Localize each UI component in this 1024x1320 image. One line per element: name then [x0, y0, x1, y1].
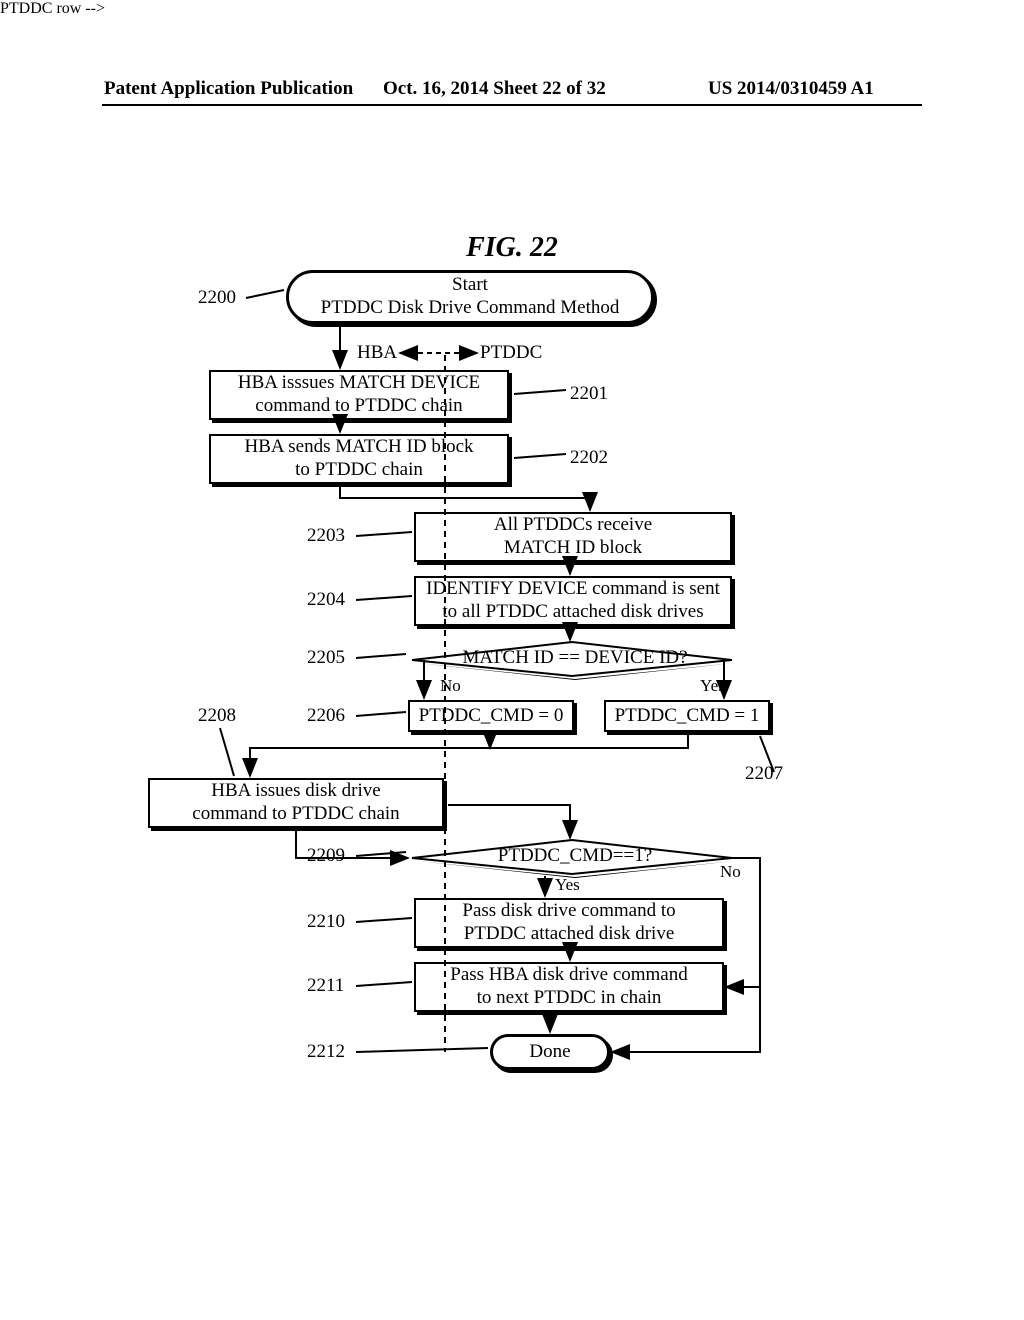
figure-title: FIG. 22	[0, 232, 1024, 264]
header-right: US 2014/0310459 A1	[708, 78, 874, 100]
step-2207: PTDDC_CMD = 1	[604, 700, 770, 732]
branch-yes-2209: Yes	[555, 875, 580, 895]
header-left: Patent Application Publication	[104, 78, 353, 100]
ref-2200: 2200	[198, 287, 236, 309]
step-2211: Pass HBA disk drive command to next PTDD…	[414, 962, 724, 1012]
ref-2209: 2209	[307, 845, 345, 867]
s2202-l2: to PTDDC chain	[295, 459, 423, 480]
d2209-text: PTDDC_CMD==1?	[470, 845, 680, 867]
step-2202: HBA sends MATCH ID block to PTDDC chain	[209, 434, 509, 484]
ref-2203: 2203	[307, 525, 345, 547]
start-line1: Start	[452, 274, 488, 295]
s2208-l1: HBA issues disk drive	[211, 780, 380, 801]
branch-yes-2205: Yes	[700, 676, 725, 696]
s2203-l1: All PTDDCs receive	[494, 514, 652, 535]
s2204-l2: to all PTDDC attached disk drives	[442, 601, 703, 622]
ref-2212: 2212	[307, 1041, 345, 1063]
lane-label-ptddc: PTDDC	[480, 342, 542, 364]
step-2208: HBA issues disk drive command to PTDDC c…	[148, 778, 444, 828]
ref-2210: 2210	[307, 911, 345, 933]
s2207-text: PTDDC_CMD = 1	[615, 705, 760, 728]
ref-2211: 2211	[307, 975, 344, 997]
s2204-l1: IDENTIFY DEVICE command is sent	[426, 578, 720, 599]
s2211-l1: Pass HBA disk drive command	[450, 964, 688, 985]
step-2206: PTDDC_CMD = 0	[408, 700, 574, 732]
step-2201: HBA isssues MATCH DEVICE command to PTDD…	[209, 370, 509, 420]
branch-no-2209: No	[720, 862, 741, 882]
step-2203: All PTDDCs receive MATCH ID block	[414, 512, 732, 562]
lane-label-hba: HBA	[357, 342, 397, 364]
s2203-l2: MATCH ID block	[504, 537, 642, 558]
s2210-l1: Pass disk drive command to	[462, 900, 675, 921]
ref-2201: 2201	[570, 383, 608, 405]
terminator-start: Start PTDDC Disk Drive Command Method	[286, 270, 654, 324]
step-2210: Pass disk drive command to PTDDC attache…	[414, 898, 724, 948]
ref-2208: 2208	[198, 705, 236, 727]
done-text: Done	[529, 1041, 570, 1064]
ref-2204: 2204	[307, 589, 345, 611]
s2208-l2: command to PTDDC chain	[192, 803, 399, 824]
ref-2202: 2202	[570, 447, 608, 469]
s2211-l2: to next PTDDC in chain	[477, 987, 662, 1008]
ref-2207: 2207	[745, 763, 783, 785]
d2205-text: MATCH ID == DEVICE ID?	[440, 647, 710, 669]
s2201-l2: command to PTDDC chain	[255, 395, 462, 416]
s2210-l2: PTDDC attached disk drive	[464, 923, 675, 944]
s2202-l1: HBA sends MATCH ID block	[244, 436, 473, 457]
branch-no-2205: No	[440, 676, 461, 696]
header-rule	[102, 104, 922, 106]
ref-2205: 2205	[307, 647, 345, 669]
start-line2: PTDDC Disk Drive Command Method	[321, 297, 620, 318]
ref-2206: 2206	[307, 705, 345, 727]
header-mid: Oct. 16, 2014 Sheet 22 of 32	[383, 78, 606, 100]
s2206-text: PTDDC_CMD = 0	[419, 705, 564, 728]
step-2204: IDENTIFY DEVICE command is sent to all P…	[414, 576, 732, 626]
s2201-l1: HBA isssues MATCH DEVICE	[238, 372, 480, 393]
terminator-done: Done	[490, 1034, 610, 1070]
